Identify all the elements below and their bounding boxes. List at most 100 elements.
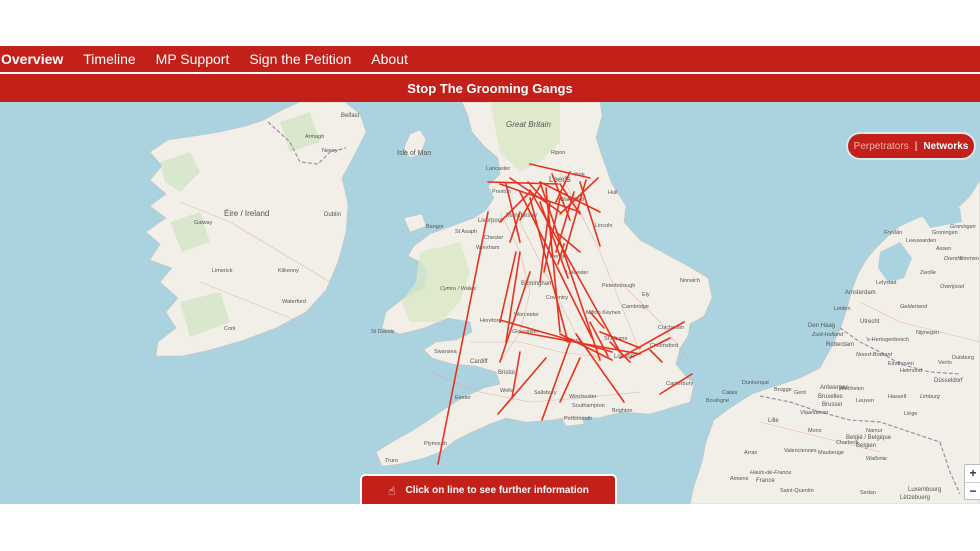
map-label: Groningen <box>932 230 958 236</box>
info-banner[interactable]: ☝ Click on line to see further informati… <box>360 474 617 505</box>
nav-mp-support[interactable]: MP Support <box>156 51 230 67</box>
map-label: Wrexham <box>476 245 500 251</box>
zoom-in-button[interactable]: + <box>965 465 980 483</box>
map-label: Vlaanderen <box>800 410 828 416</box>
map-label: Rotterdam <box>826 342 854 348</box>
map-label: Éire / Ireland <box>224 209 269 218</box>
map-label: Drenthe <box>944 256 964 262</box>
map-label: Lelystad <box>876 280 897 286</box>
map-label: Helmond <box>900 368 922 374</box>
map-label: Zwolle <box>920 270 936 276</box>
map-label: Waterford <box>282 299 306 305</box>
map-label: Portsmouth <box>564 416 592 422</box>
map-label: Namur <box>866 428 883 434</box>
map-label: Wells <box>500 388 514 394</box>
map-label: Wallonie <box>866 456 887 462</box>
toggle-perpetrators[interactable]: Perpetrators <box>854 141 909 152</box>
map-label: Düsseldorf <box>934 378 963 384</box>
map-label: Gelderland <box>900 304 928 310</box>
map-label: St Asaph <box>455 229 477 235</box>
map-label: Lincoln <box>595 223 612 229</box>
map-label: Belgien <box>856 443 876 449</box>
map-label: Venlo <box>938 360 952 366</box>
map-label: Bruxelles <box>818 394 843 400</box>
map-label: Salisbury <box>534 390 557 396</box>
map-label: Hull <box>608 190 617 196</box>
map-label: Gent <box>794 390 806 396</box>
map-label: Charleroi <box>836 440 858 446</box>
map-label: Plymouth <box>424 441 447 447</box>
map-label: Cork <box>224 326 236 332</box>
map-label: Boulogne <box>706 398 729 404</box>
map-label: Armagh <box>305 134 324 140</box>
map-label: Ely <box>642 292 650 298</box>
map-label: Cardiff <box>470 359 488 365</box>
map-label: Dunkerque <box>742 380 769 386</box>
bottom-whitespace <box>0 504 980 551</box>
map-label: Groningen <box>950 224 976 230</box>
toggle-networks[interactable]: Networks <box>923 141 968 152</box>
map-label: Hasselt <box>888 394 907 400</box>
map-label: Norwich <box>680 278 700 284</box>
hand-pointer-icon: ☝ <box>388 483 396 498</box>
map-label: Amiens <box>730 476 749 482</box>
zoom-out-button[interactable]: − <box>965 483 980 500</box>
map-label: Maubeuge <box>818 450 844 456</box>
title-bar: Stop The Grooming Gangs <box>0 74 980 102</box>
map-label: Chester <box>484 235 503 241</box>
map-label: Leuven <box>856 398 874 404</box>
nav-overview[interactable]: Overview <box>1 51 63 67</box>
nav-sign-petition[interactable]: Sign the Petition <box>249 51 351 67</box>
map-label: Utrecht <box>860 319 880 325</box>
map-label: Duisburg <box>952 355 974 361</box>
map-label: Exeter <box>455 395 471 401</box>
map-label: Saint-Quentin <box>780 488 814 494</box>
map-label: Cambridge <box>622 304 649 310</box>
map-label: Assen <box>936 246 951 252</box>
map-label: Limburg <box>920 394 941 400</box>
map-canvas[interactable]: Great Britain Isle of Man Éire / Ireland… <box>0 102 980 504</box>
map-label: Valenciennes <box>784 448 817 454</box>
map-label: Arras <box>744 450 757 456</box>
map-label: Brighton <box>612 408 633 414</box>
map-label: Limerick <box>212 268 233 274</box>
map-label: Galway <box>194 220 213 226</box>
anglesey <box>403 213 427 233</box>
toggle-separator: | <box>914 140 918 152</box>
map-label: Sedan <box>860 490 876 496</box>
map-label: Winchester <box>569 394 597 400</box>
map-label: Newry <box>322 148 338 154</box>
nav-timeline[interactable]: Timeline <box>83 51 135 67</box>
map-label: Liège <box>904 411 917 417</box>
map-label: Truro <box>385 458 398 464</box>
map-label: Noord-Brabant <box>856 352 893 358</box>
map-label: Isle of Man <box>397 150 431 157</box>
map-label: France <box>756 478 775 484</box>
page-title: Stop The Grooming Gangs <box>407 80 573 96</box>
map-label: Mechelen <box>840 386 864 392</box>
map-label: Leiden <box>834 306 851 312</box>
main-navbar: Overview Timeline MP Support Sign the Pe… <box>0 46 980 72</box>
map-label: Kilkenny <box>278 268 299 274</box>
nav-about[interactable]: About <box>371 51 408 67</box>
map-label: Brussel <box>822 402 842 408</box>
map-label: Southampton <box>572 403 605 409</box>
map-view[interactable]: Great Britain Isle of Man Éire / Ireland… <box>0 102 980 504</box>
map-label: Nijmegen <box>916 330 939 336</box>
map-label: Bangor <box>426 224 444 230</box>
map-label: Peterborough <box>602 283 635 289</box>
map-label: Liverpool <box>478 218 502 224</box>
map-label: Hauts-de-France <box>750 470 791 476</box>
top-whitespace <box>0 0 980 46</box>
map-label: Calais <box>722 390 738 396</box>
map-label: Overijssel <box>940 284 965 290</box>
map-label: Amsterdam <box>845 290 876 296</box>
map-label: Hereford <box>480 318 501 324</box>
map-label: Dublin <box>324 212 341 218</box>
map-label: Lëtzebuerg <box>900 495 930 501</box>
map-label: Lille <box>768 418 779 424</box>
map-label: 's-Hertogenbosch <box>866 337 909 343</box>
map-label: Brugge <box>774 387 792 393</box>
map-label: Great Britain <box>506 120 551 129</box>
view-toggle: Perpetrators | Networks <box>848 134 974 158</box>
